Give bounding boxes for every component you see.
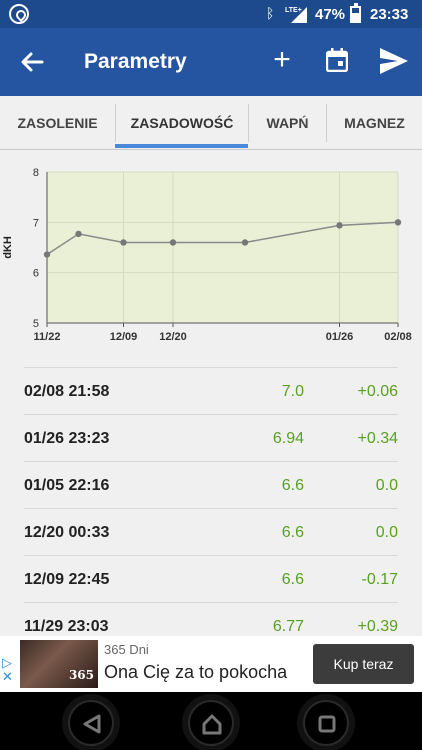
measurement-value: 7.0 bbox=[281, 383, 304, 400]
adchoices-icon[interactable]: ▷ ✕ bbox=[2, 656, 18, 688]
nav-home-button[interactable] bbox=[188, 700, 234, 746]
page-title: Parametry bbox=[84, 50, 187, 73]
battery-icon bbox=[350, 3, 361, 23]
measurement-date: 02/08 21:58 bbox=[24, 383, 110, 400]
ad-advertiser: 365 Dni bbox=[104, 642, 149, 657]
app-notification-icon bbox=[9, 4, 29, 24]
measurement-value: 6.6 bbox=[281, 477, 304, 494]
bluetooth-icon: ᛒ bbox=[266, 5, 275, 21]
svg-text:LTE+: LTE+ bbox=[285, 7, 302, 14]
chart-data-point bbox=[75, 230, 82, 238]
chart-y-axis-label: dKH bbox=[2, 236, 14, 259]
chart-y-tick-label: 8 bbox=[33, 167, 39, 179]
battery-percent: 47% bbox=[315, 6, 346, 23]
measurement-value: 6.6 bbox=[281, 571, 304, 588]
measurement-delta: +0.34 bbox=[357, 430, 398, 447]
ad-thumbnail-logo: 365 bbox=[68, 668, 94, 682]
system-nav-bar bbox=[0, 692, 422, 750]
measurement-delta: +0.06 bbox=[357, 383, 398, 400]
chart-y-tick-label: 7 bbox=[33, 217, 39, 229]
nav-recents-button[interactable] bbox=[303, 700, 349, 746]
chart-plot-area bbox=[47, 172, 398, 323]
recents-square-icon bbox=[318, 715, 336, 733]
measurement-date: 01/05 22:16 bbox=[24, 477, 110, 494]
chart-x-tick-label: 11/22 bbox=[34, 331, 61, 343]
measurement-value: 6.77 bbox=[272, 618, 304, 635]
chart-x-tick-label: 12/20 bbox=[159, 331, 187, 343]
tab-zasadowosc[interactable]: ZASADOWOŚĆ bbox=[115, 104, 248, 142]
chart-data-point bbox=[336, 222, 343, 229]
signal-icon: LTE+ bbox=[285, 7, 307, 23]
measurement-date: 12/20 00:33 bbox=[24, 524, 110, 541]
chart-y-tick-label: 6 bbox=[33, 268, 39, 280]
chart-x-tick-label: 12/09 bbox=[110, 331, 138, 343]
calendar-icon[interactable] bbox=[326, 48, 348, 72]
tab-indicator bbox=[115, 144, 248, 148]
ad-banner[interactable]: ▷ ✕ 365 365 Dni Ona Cię za to pokocha Kup… bbox=[0, 636, 422, 692]
measurement-row[interactable]: 01/05 22:16 6.6 0.0 bbox=[24, 461, 398, 508]
app-bar: Parametry + bbox=[0, 28, 422, 96]
measurement-row[interactable]: 02/08 21:58 7.0 +0.06 bbox=[24, 367, 398, 414]
status-bar: ᛒ LTE+ 47% 23:33 bbox=[0, 0, 422, 28]
measurement-date: 11/29 23:03 bbox=[24, 618, 109, 635]
measurement-delta: 0.0 bbox=[375, 524, 398, 541]
measurement-value: 6.6 bbox=[281, 524, 304, 541]
chart-x-tick-label: 01/26 bbox=[326, 331, 354, 343]
nav-back-button[interactable] bbox=[68, 700, 114, 746]
chart-y-tick-label: 5 bbox=[33, 318, 39, 330]
back-triangle-icon bbox=[83, 714, 101, 734]
chart-data-point bbox=[241, 239, 249, 246]
ad-thumbnail[interactable]: 365 bbox=[20, 640, 98, 688]
tab-wapn[interactable]: WAPŃ bbox=[248, 104, 326, 142]
plus-icon[interactable]: + bbox=[268, 44, 296, 76]
measurement-delta: -0.17 bbox=[361, 571, 398, 588]
tab-zasolenie[interactable]: ZASOLENIE bbox=[0, 104, 115, 142]
chart-x-tick-label: 02/08 bbox=[384, 331, 412, 343]
measurement-row[interactable]: 12/20 00:33 6.6 0.0 bbox=[24, 508, 398, 555]
ad-cta-button[interactable]: Kup teraz bbox=[313, 644, 414, 684]
measurement-row[interactable]: 12/09 22:45 6.6 -0.17 bbox=[24, 555, 398, 602]
measurement-date: 01/26 23:23 bbox=[24, 430, 110, 447]
measurement-date: 12/09 22:45 bbox=[24, 571, 110, 588]
chart-data-point bbox=[120, 239, 127, 246]
chart-data-point bbox=[394, 219, 402, 226]
back-arrow-icon[interactable] bbox=[16, 46, 48, 78]
ad-headline[interactable]: Ona Cię za to pokocha bbox=[104, 662, 287, 683]
send-icon[interactable] bbox=[380, 48, 408, 74]
measurement-delta: 0.0 bbox=[375, 477, 398, 494]
home-icon bbox=[202, 714, 222, 735]
dkh-chart: 5 6 7 8 11/22 12/09 12/20 01/26 02/08 dKH bbox=[2, 167, 412, 343]
tab-bar: ZASOLENIE ZASADOWOŚĆ WAPŃ MAGNEZ bbox=[0, 96, 422, 150]
chart-data-point bbox=[169, 239, 177, 246]
tab-magnez[interactable]: MAGNEZ bbox=[326, 104, 422, 142]
clock: 23:33 bbox=[370, 6, 409, 23]
measurement-row[interactable]: 01/26 23:23 6.94 +0.34 bbox=[24, 414, 398, 461]
measurement-delta: +0.39 bbox=[357, 618, 398, 635]
chart-data-point bbox=[43, 251, 51, 258]
measurement-value: 6.94 bbox=[272, 430, 304, 447]
